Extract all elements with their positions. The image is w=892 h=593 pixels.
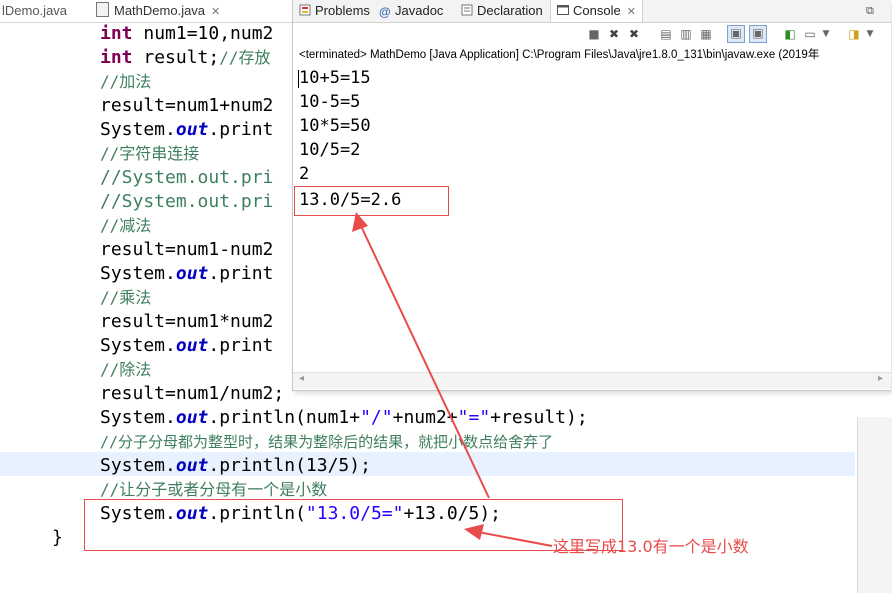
annotation-text: 这里写成13.0有一个是小数 bbox=[553, 537, 749, 556]
annotation-arrows bbox=[352, 212, 553, 547]
arrow-to-output bbox=[360, 225, 490, 499]
arrow-head-icon bbox=[464, 524, 484, 540]
arrow-to-code bbox=[477, 531, 553, 547]
arrow-head-icon bbox=[352, 212, 368, 232]
